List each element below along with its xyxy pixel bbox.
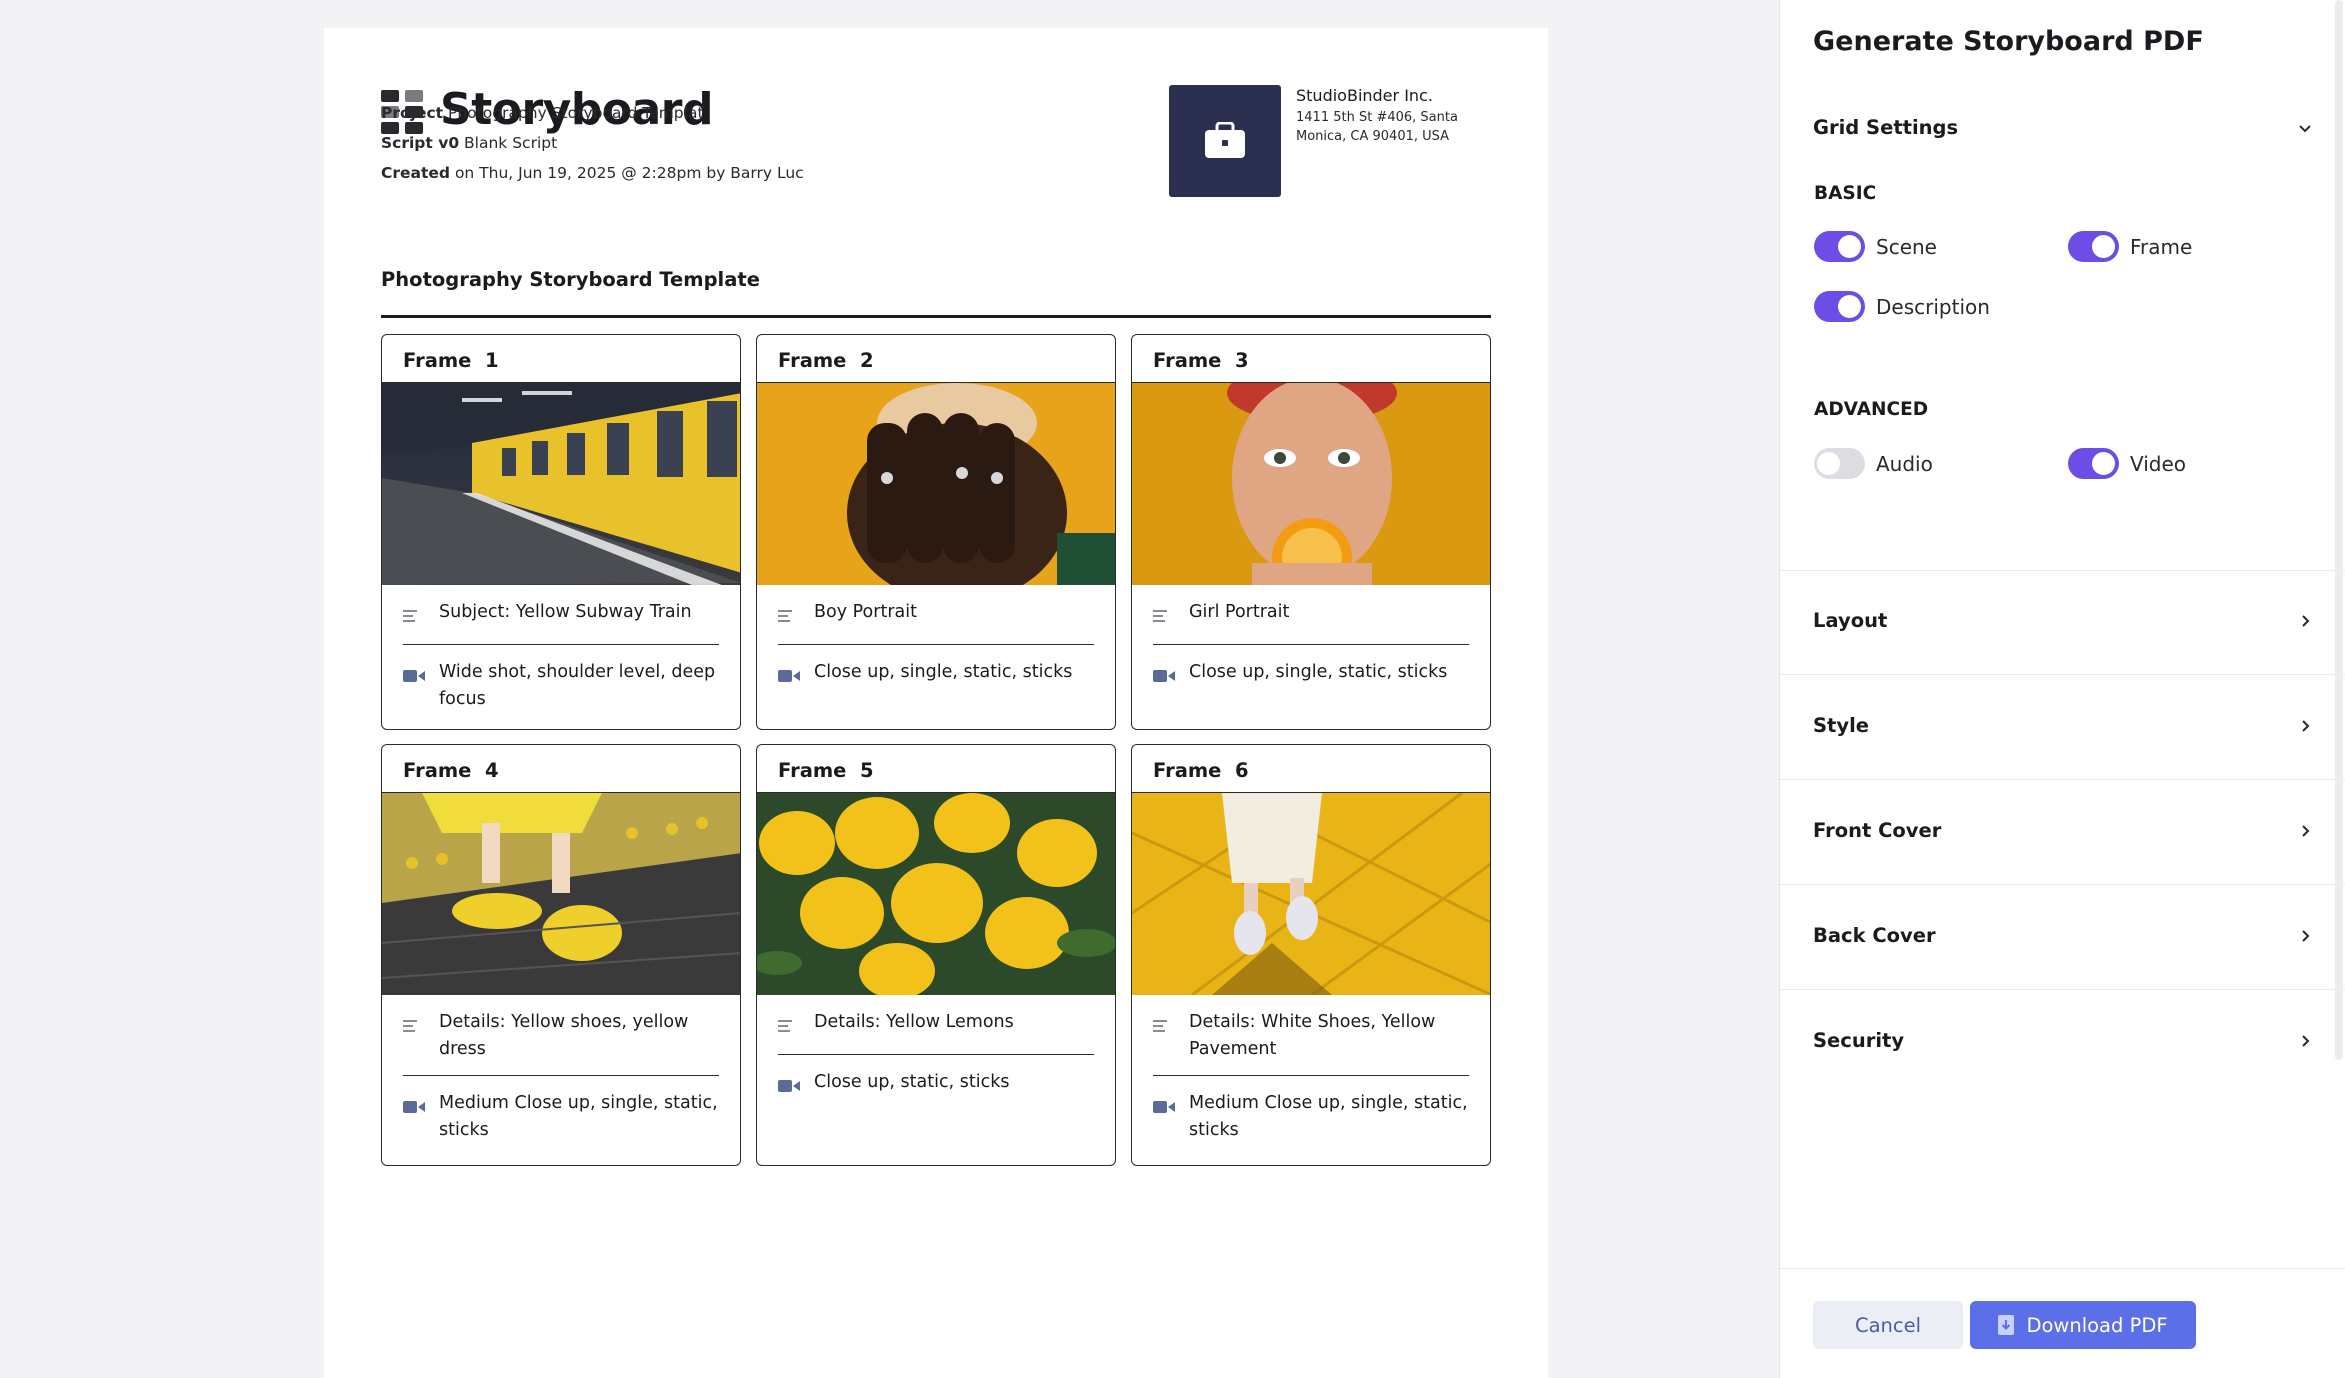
toggle-scene[interactable]: Scene [1814,231,1937,262]
script-label: Script v0 [381,134,460,152]
toggle-frame[interactable]: Frame [2068,231,2192,262]
storyboard-document: Storyboard Project Photography Storyboar… [324,28,1548,1378]
frame-image-girl-portrait [1132,383,1490,585]
frame-image-yellow-subway-train [382,383,740,585]
scene-switch[interactable] [1814,231,1865,262]
video-camera-icon [1153,1090,1189,1123]
download-pdf-label: Download PDF [2026,1313,2168,1337]
toggle-description[interactable]: Description [1814,291,1990,322]
frame-image-yellow-lemons [757,793,1115,995]
video-camera-icon [778,1069,814,1102]
frame-image-boy-portrait [757,383,1115,585]
frame-camera-notes: Medium Close up, single, static, sticks [1153,1076,1469,1160]
scene-label: Scene [1876,234,1937,259]
frame-card-1[interactable]: Frame 1 Subject: Yellow Subway Train Wid… [381,334,741,730]
frame-camera-notes: Wide shot, shoulder level, deep focus [403,645,719,729]
video-camera-icon [403,1090,439,1123]
video-label: Video [2130,451,2187,476]
frame-image-yellow-shoes [382,793,740,995]
accordion-layout[interactable]: Layout [1813,609,2313,632]
frame-card-2[interactable]: Frame 2 Boy Portrait Close up, single, s… [756,334,1116,730]
text-lines-icon [1153,599,1189,632]
frame-description: Subject: Yellow Subway Train [403,585,719,645]
description-switch[interactable] [1814,291,1865,322]
frame-card-3[interactable]: Frame 3 Girl Portrait Close up, single, … [1131,334,1491,730]
chevron-down-icon [2299,124,2311,132]
script-line: Script v0 Blank Script [381,134,557,152]
section-title: Photography Storyboard Template [381,268,760,291]
text-lines-icon [778,599,814,632]
frame-camera-notes: Close up, single, static, sticks [778,645,1094,708]
frame-image-white-shoes-yellow-pavement [1132,793,1490,995]
audio-label: Audio [1876,451,1933,476]
section-divider [381,315,1491,318]
frame-description: Girl Portrait [1153,585,1469,645]
briefcase-icon [1205,122,1245,158]
chevron-right-icon [2302,614,2310,627]
frame-camera-notes: Medium Close up, single, static, sticks [403,1076,719,1160]
download-file-icon [1998,1315,2015,1335]
company-name: StudioBinder Inc. [1296,86,1433,105]
created-line: Created on Thu, Jun 19, 2025 @ 2:28pm by… [381,164,804,182]
accordion-grid-settings[interactable]: Grid Settings [1813,116,2313,139]
toggle-video[interactable]: Video [2068,448,2186,479]
video-switch[interactable] [2068,448,2119,479]
grid-settings-label: Grid Settings [1813,116,1959,139]
description-label: Description [1876,294,1990,319]
created-value: on Thu, Jun 19, 2025 @ 2:28pm by Barry L… [454,164,804,182]
frame-card-4[interactable]: Frame 4 Details: Yellow shoes, yellow dr… [381,744,741,1166]
video-camera-icon [403,659,439,692]
frame-header: Frame 2 [757,335,1115,383]
audio-switch[interactable] [1814,448,1865,479]
accordion-front-cover[interactable]: Front Cover [1813,819,2313,842]
frame-description: Details: White Shoes, Yellow Pavement [1153,995,1469,1076]
frame-card-6[interactable]: Frame 6 Details: White Shoes, Yellow Pav… [1131,744,1491,1166]
frame-header: Frame 4 [382,745,740,793]
company-logo [1169,85,1281,197]
frame-header: Frame 3 [1132,335,1490,383]
frame-camera-notes: Close up, single, static, sticks [1153,645,1469,708]
frame-header: Frame 6 [1132,745,1490,793]
text-lines-icon [778,1009,814,1042]
frame-description: Details: Yellow Lemons [778,995,1094,1055]
video-camera-icon [1153,659,1189,692]
project-label: Project [381,104,444,122]
chevron-right-icon [2302,1034,2310,1047]
text-lines-icon [1153,1009,1189,1042]
chevron-right-icon [2302,824,2310,837]
text-lines-icon [403,599,439,632]
created-label: Created [381,164,451,182]
frame-description: Details: Yellow shoes, yellow dress [403,995,719,1076]
chevron-right-icon [2302,929,2310,942]
frame-header: Frame 5 [757,745,1115,793]
generate-pdf-panel: Generate Storyboard PDF Grid Settings BA… [1779,0,2345,1378]
toggle-audio[interactable]: Audio [1814,448,1933,479]
accordion-style[interactable]: Style [1813,714,2313,737]
frame-card-5[interactable]: Frame 5 Details: Yellow Lemons Close up,… [756,744,1116,1166]
video-camera-icon [778,659,814,692]
accordion-back-cover[interactable]: Back Cover [1813,924,2313,947]
chevron-right-icon [2302,719,2310,732]
script-value: Blank Script [464,134,558,152]
frame-description: Boy Portrait [778,585,1094,645]
frame-header: Frame 1 [382,335,740,383]
frame-camera-notes: Close up, static, sticks [778,1055,1094,1118]
text-lines-icon [403,1009,439,1042]
advanced-heading: ADVANCED [1814,399,1929,420]
panel-footer: Cancel Download PDF [1780,1268,2345,1378]
cancel-button[interactable]: Cancel [1813,1301,1963,1349]
basic-heading: BASIC [1814,183,1877,204]
panel-scrollbar[interactable] [2335,0,2343,1060]
frame-switch[interactable] [2068,231,2119,262]
accordion-security[interactable]: Security [1813,1029,2313,1052]
download-pdf-button[interactable]: Download PDF [1970,1301,2196,1349]
company-address: 1411 5th St #406, Santa Monica, CA 90401… [1296,110,1458,144]
project-line: Project Photography Storyboard Templat [381,104,704,122]
frame-label: Frame [2130,234,2193,259]
project-value: Photography Storyboard Templat [448,104,704,122]
panel-title: Generate Storyboard PDF [1813,26,2204,57]
